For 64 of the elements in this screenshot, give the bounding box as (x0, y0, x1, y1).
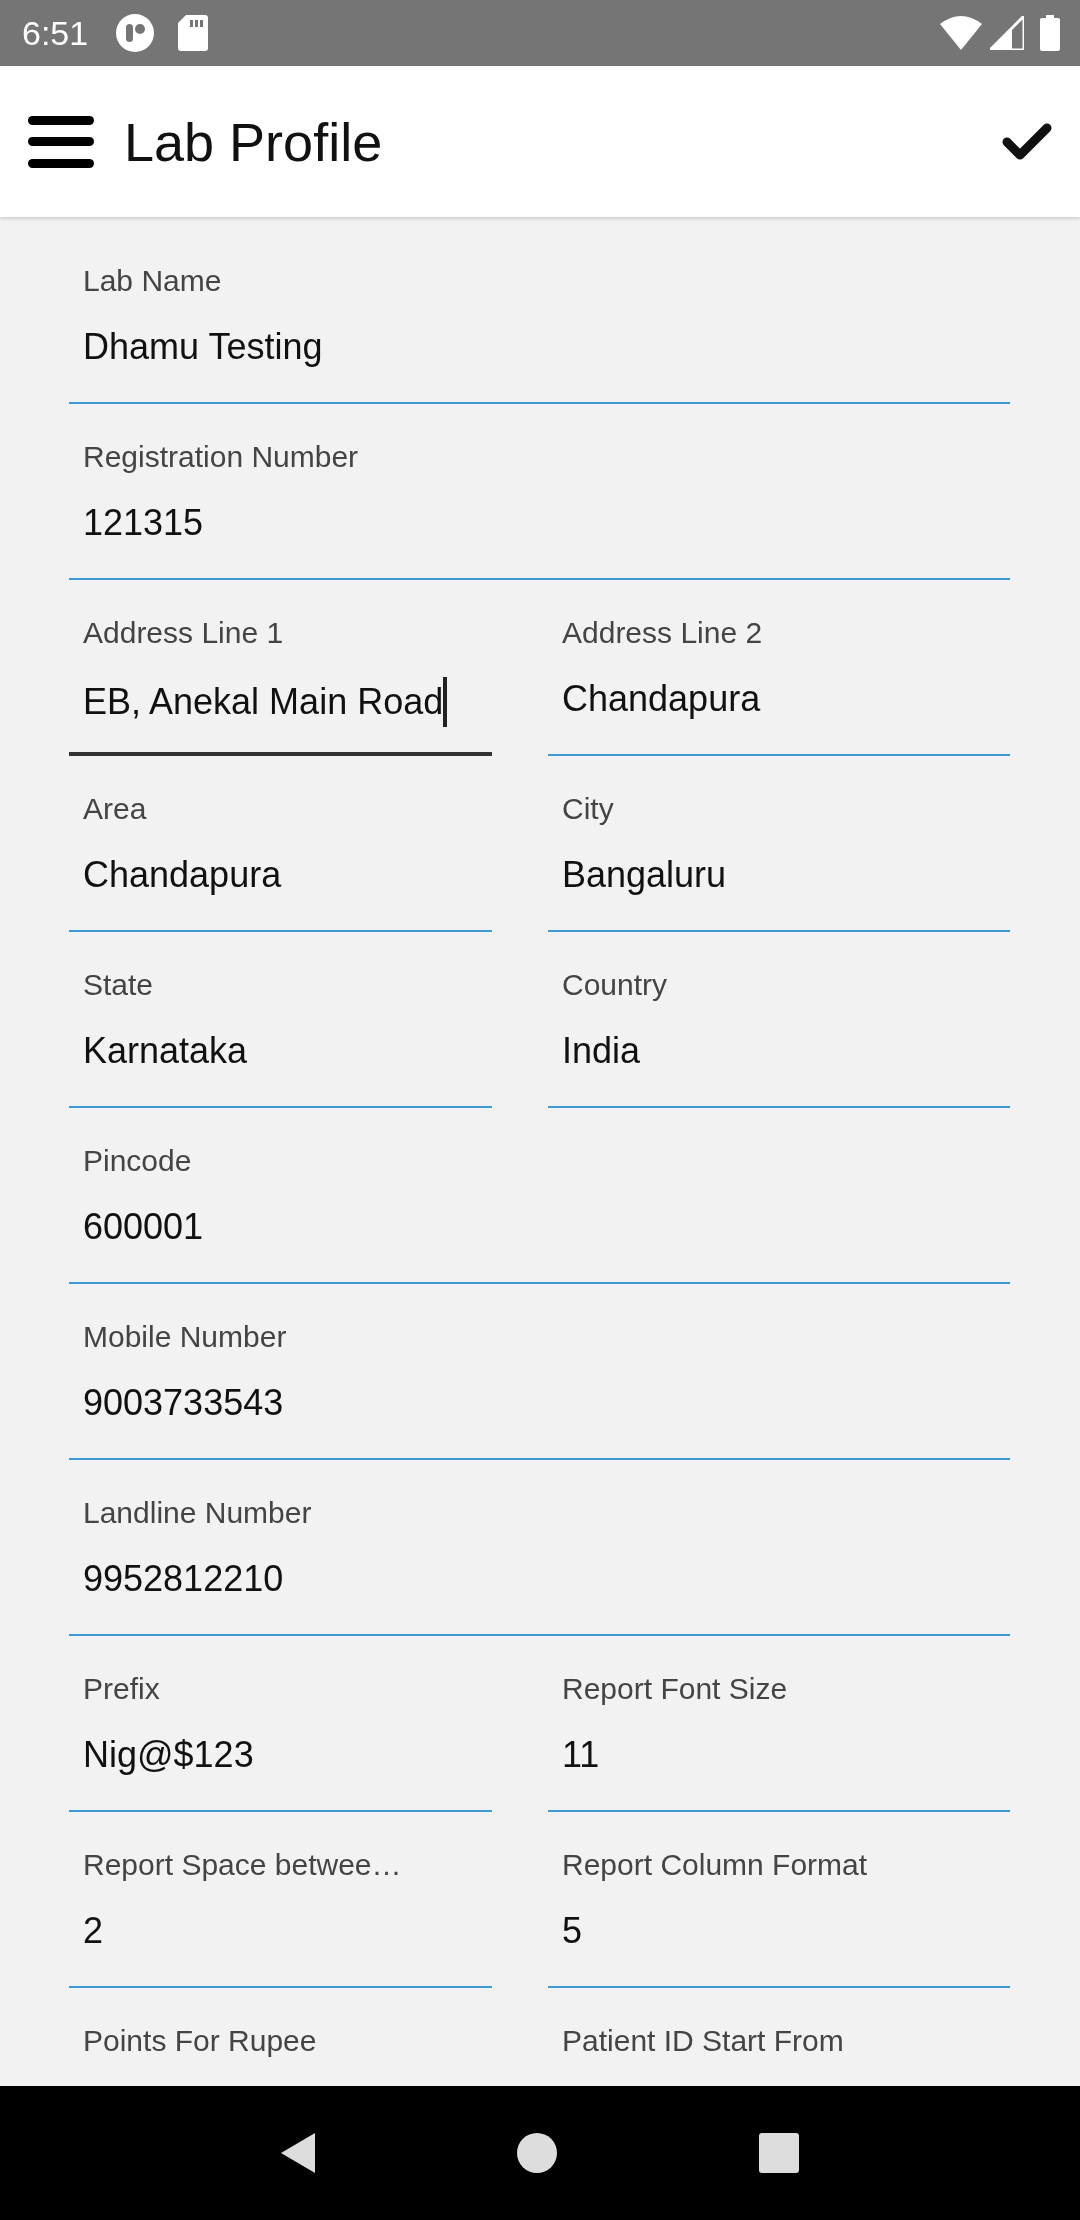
battery-icon (1040, 15, 1060, 51)
text-field[interactable]: Address Line 2 Chandapura (548, 580, 1010, 756)
text-field[interactable]: Area Chandapura (69, 756, 492, 932)
field-label: State (83, 967, 154, 1003)
field-label: Landline Number (83, 1495, 312, 1531)
field-label: Registration Number (83, 439, 359, 475)
app-notification-icon (116, 14, 155, 52)
text-field[interactable]: Lab Name Dhamu Testing (69, 228, 1010, 404)
field-value: 121315 (83, 501, 204, 545)
field-label: Lab Name (83, 263, 222, 299)
text-field[interactable]: Pincode 600001 (69, 1108, 1010, 1284)
field-value: India (562, 1029, 641, 1073)
recents-icon (759, 2133, 799, 2173)
home-button[interactable] (517, 2133, 557, 2173)
text-field[interactable]: Prefix Nig@$123 (69, 1636, 492, 1812)
field-value: Chandapura (562, 677, 761, 721)
menu-button[interactable] (28, 113, 94, 170)
text-field[interactable]: Report Font Size 11 (548, 1636, 1010, 1812)
text-field[interactable]: Address Line 1 EB, Anekal Main Road (69, 580, 492, 756)
back-icon (281, 2133, 315, 2173)
field-label: Country (562, 967, 668, 1003)
field-value: 2 (83, 1909, 104, 1953)
home-icon (517, 2133, 557, 2173)
text-field[interactable]: Country India (548, 932, 1010, 1108)
screen-title: Lab Profile (124, 110, 384, 173)
checkmark-icon (1002, 121, 1052, 162)
sd-card-icon (178, 15, 209, 51)
field-label: Report Space betwee… (83, 1847, 402, 1883)
field-label: Address Line 2 (562, 615, 763, 651)
field-value: EB, Anekal Main Road (83, 677, 448, 727)
text-cursor (443, 677, 448, 727)
field-value: 9952812210 (83, 1557, 284, 1601)
text-field[interactable]: City Bangaluru (548, 756, 1010, 932)
text-field[interactable]: Mobile Number 9003733543 (69, 1284, 1010, 1460)
field-label: Pincode (83, 1143, 192, 1179)
field-label: Mobile Number (83, 1319, 287, 1355)
signal-icon (990, 16, 1024, 50)
status-time: 6:51 (22, 13, 89, 53)
field-label: Patient ID Start From (562, 2023, 844, 2059)
field-label: Area (83, 791, 147, 827)
field-value: Chandapura (83, 853, 282, 897)
field-value: 5 (562, 1909, 583, 1953)
text-field[interactable]: Registration Number 121315 (69, 404, 1010, 580)
field-label: Prefix (83, 1671, 160, 1707)
field-value: 11 (562, 1733, 600, 1777)
field-label: City (562, 791, 614, 827)
field-label: Report Column Format (562, 1847, 868, 1883)
field-value: Karnataka (83, 1029, 248, 1073)
field-label: Points For Rupee (83, 2023, 317, 2059)
text-field[interactable]: Report Space betwee… 2 (69, 1812, 492, 1988)
back-button[interactable] (281, 2133, 315, 2173)
field-value: Nig@$123 (83, 1733, 254, 1777)
field-label: Report Font Size (562, 1671, 788, 1707)
field-label: Address Line 1 (83, 615, 284, 651)
text-field[interactable]: Landline Number 9952812210 (69, 1460, 1010, 1636)
menu-icon (28, 113, 94, 170)
field-value: 9003733543 (83, 1381, 284, 1425)
save-button[interactable] (1002, 121, 1052, 162)
text-field[interactable]: Report Column Format 5 (548, 1812, 1010, 1988)
wifi-icon (940, 16, 982, 50)
field-value: Bangaluru (562, 853, 727, 897)
field-value: Dhamu Testing (83, 325, 323, 369)
text-field[interactable]: State Karnataka (69, 932, 492, 1108)
field-value: 600001 (83, 1205, 204, 1249)
